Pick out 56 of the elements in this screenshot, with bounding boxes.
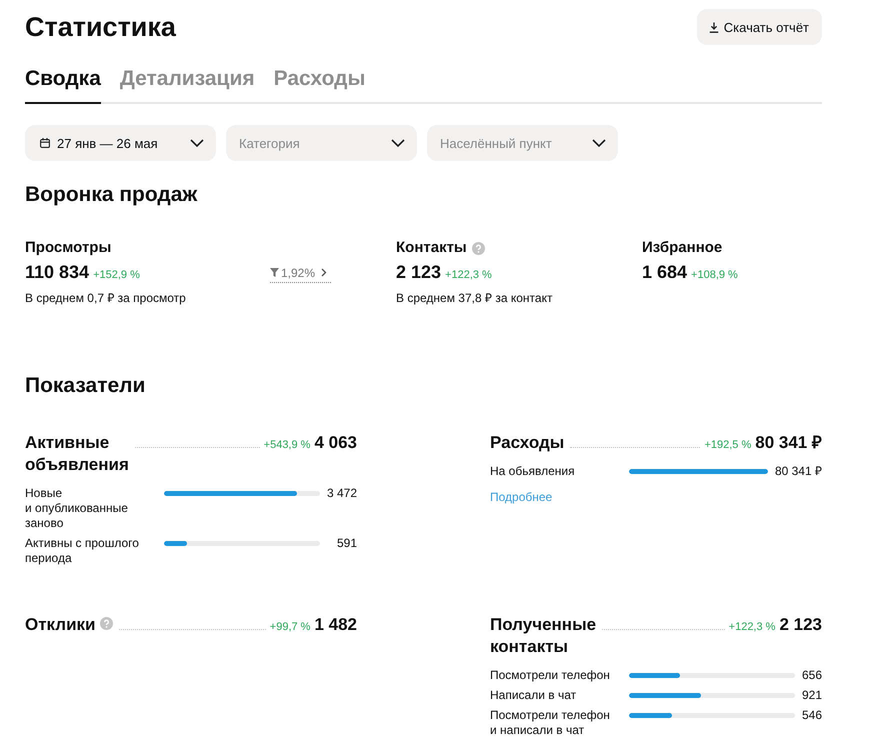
help-icon[interactable] — [472, 242, 485, 254]
tab[interactable]: Сводка — [25, 65, 101, 104]
chevron-down-icon — [190, 139, 204, 147]
filter-icon — [270, 268, 279, 277]
indicator-title: Отклики — [25, 614, 96, 636]
indicator-title: Расходы — [490, 432, 564, 454]
metric-note: В среднем 0,7 ₽ за просмотр — [25, 290, 187, 306]
row-value: 3 472 — [326, 486, 357, 502]
indicator-value: 4 063 — [314, 432, 357, 454]
metric-label: Просмотры — [25, 238, 112, 258]
row-value: 80 341 ₽ — [774, 464, 822, 479]
change-percent: +543,9 % — [264, 439, 310, 451]
download-icon — [708, 22, 719, 32]
conversion-link[interactable]: 1,92% — [270, 264, 332, 282]
change-percent: +108,9 % — [691, 268, 738, 283]
indicator-value: 2 123 — [779, 614, 822, 636]
row-label: Написали в чат — [490, 688, 578, 703]
section-title: Воронка продаж — [25, 182, 198, 208]
row-label: Посмотрели телефон и написали в чат — [490, 708, 611, 738]
change-percent: +99,7 % — [270, 621, 310, 633]
indicator-value: 1 482 — [314, 614, 357, 636]
indicator-value: 80 341 ₽ — [755, 432, 822, 454]
section-title: Показатели — [25, 373, 146, 399]
row-value: 591 — [336, 536, 357, 552]
download-report-button[interactable]: Скачать отчёт — [696, 9, 822, 45]
row-value: 546 — [802, 708, 822, 724]
change-percent: +152,9 % — [93, 268, 140, 283]
row-label: Активны с прошлого периода — [25, 536, 140, 566]
chevron-right-icon — [321, 268, 328, 277]
change-percent: +192,5 % — [704, 439, 752, 451]
filter-dropdown[interactable]: Населённый пункт — [427, 125, 618, 161]
metric-value: 110 834 — [25, 261, 90, 284]
metric-label: Контакты — [396, 238, 467, 258]
change-percent: +122,3 % — [445, 268, 492, 283]
page-title: Статистика — [25, 11, 176, 44]
change-percent: +122,3 % — [728, 621, 776, 633]
tab[interactable]: Детализация — [120, 65, 255, 104]
row-label: Посмотрели телефон — [490, 668, 611, 683]
indicator-title: Полученные контакты — [490, 614, 596, 658]
chevron-down-icon — [391, 139, 405, 147]
calendar-icon — [40, 138, 50, 148]
metric-value: 2 123 — [396, 261, 442, 284]
indicator-title: Активные объявления — [25, 432, 129, 476]
metric-value: 1 684 — [642, 261, 688, 284]
help-icon[interactable] — [100, 617, 114, 630]
row-label: На обьявления — [490, 464, 576, 479]
row-value: 656 — [802, 668, 822, 683]
row-value: 921 — [802, 688, 822, 703]
date-range-dropdown[interactable]: 27 янв — 26 мая — [25, 125, 216, 161]
chevron-down-icon — [592, 139, 606, 147]
metric-label: Избранное — [642, 238, 722, 258]
details-link[interactable]: Подробнее — [490, 490, 552, 505]
tab[interactable]: Расходы — [274, 65, 366, 104]
metric-note: В среднем 37,8 ₽ за контакт — [396, 290, 554, 306]
filter-dropdown[interactable]: Категория — [226, 125, 417, 161]
row-label: Новые и опубликованные заново — [25, 486, 129, 531]
